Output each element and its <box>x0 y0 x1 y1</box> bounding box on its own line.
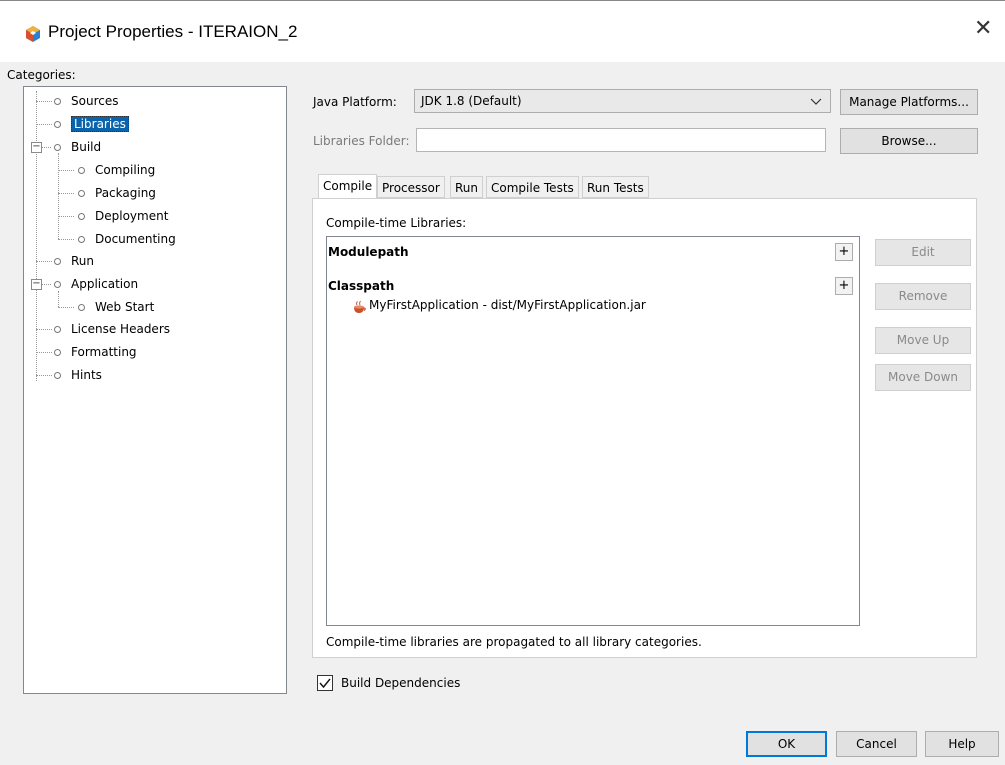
cancel-button[interactable]: Cancel <box>836 731 917 757</box>
node-icon <box>54 121 61 128</box>
node-icon <box>78 167 85 174</box>
tree-item-build[interactable]: Build <box>54 137 101 157</box>
manage-platforms-button[interactable]: Manage Platforms... <box>840 89 978 115</box>
jar-icon <box>354 300 366 313</box>
node-icon <box>78 236 85 243</box>
help-button[interactable]: Help <box>925 731 999 757</box>
compile-time-libraries-label: Compile-time Libraries: <box>326 216 467 230</box>
tree-item-web-start[interactable]: Web Start <box>78 297 154 317</box>
ok-button[interactable]: OK <box>746 731 827 757</box>
node-icon <box>54 326 61 333</box>
compile-libraries-list[interactable]: Modulepath + Classpath + MyFirstApplicat… <box>326 236 860 626</box>
node-icon <box>78 304 85 311</box>
node-icon <box>54 98 61 105</box>
browse-button[interactable]: Browse... <box>840 128 978 154</box>
libraries-folder-label: Libraries Folder: <box>313 134 410 148</box>
edit-button[interactable]: Edit <box>875 239 971 266</box>
node-icon <box>54 372 61 379</box>
node-icon <box>54 258 61 265</box>
node-icon <box>54 349 61 356</box>
categories-label: Categories: <box>7 68 76 82</box>
java-platform-select[interactable]: JDK 1.8 (Default) <box>414 89 831 113</box>
libraries-folder-field[interactable] <box>416 128 826 152</box>
chevron-down-icon <box>810 98 822 105</box>
compile-note: Compile-time libraries are propagated to… <box>326 635 702 649</box>
java-platform-value: JDK 1.8 (Default) <box>421 94 522 108</box>
tree-item-license-headers[interactable]: License Headers <box>54 319 170 339</box>
tab-processor[interactable]: Processor <box>377 176 445 198</box>
classpath-header: Classpath <box>328 279 395 293</box>
collapse-build-icon[interactable]: − <box>31 142 42 153</box>
checkmark-icon <box>319 678 331 689</box>
tree-item-application[interactable]: Application <box>54 274 138 294</box>
tree-item-formatting[interactable]: Formatting <box>54 342 137 362</box>
build-dependencies-label: Build Dependencies <box>341 676 461 690</box>
tab-compile[interactable]: Compile <box>318 174 378 198</box>
netbeans-cube-icon <box>26 26 40 42</box>
close-icon[interactable]: ✕ <box>974 18 992 40</box>
modulepath-header: Modulepath <box>328 245 409 259</box>
tree-item-documenting[interactable]: Documenting <box>78 229 176 249</box>
tab-run-tests[interactable]: Run Tests <box>582 176 649 198</box>
add-modulepath-button[interactable]: + <box>835 243 853 261</box>
tab-compile-tests[interactable]: Compile Tests <box>486 176 579 198</box>
collapse-application-icon[interactable]: − <box>31 279 42 290</box>
tree-item-libraries[interactable]: Libraries <box>54 114 129 134</box>
tree-item-packaging[interactable]: Packaging <box>78 183 156 203</box>
move-up-button[interactable]: Move Up <box>875 327 971 354</box>
tree-item-hints[interactable]: Hints <box>54 365 102 385</box>
node-icon <box>54 281 61 288</box>
tab-run[interactable]: Run <box>450 176 484 198</box>
node-icon <box>78 190 85 197</box>
move-down-button[interactable]: Move Down <box>875 364 971 391</box>
tree-item-run[interactable]: Run <box>54 251 94 271</box>
node-icon <box>54 144 61 151</box>
window-title: Project Properties - ITERAION_2 <box>48 22 298 41</box>
tree-item-deployment[interactable]: Deployment <box>78 206 168 226</box>
tree-item-sources[interactable]: Sources <box>54 91 118 111</box>
java-platform-label: Java Platform: <box>313 95 397 109</box>
classpath-entry[interactable]: MyFirstApplication - dist/MyFirstApplica… <box>351 295 646 315</box>
node-icon <box>78 213 85 220</box>
add-classpath-button[interactable]: + <box>835 277 853 295</box>
build-dependencies-checkbox[interactable] <box>317 675 333 691</box>
remove-button[interactable]: Remove <box>875 283 971 310</box>
tree-item-compiling[interactable]: Compiling <box>78 160 155 180</box>
categories-tree[interactable]: − − Sources Libraries Build Compiling Pa… <box>23 86 287 694</box>
